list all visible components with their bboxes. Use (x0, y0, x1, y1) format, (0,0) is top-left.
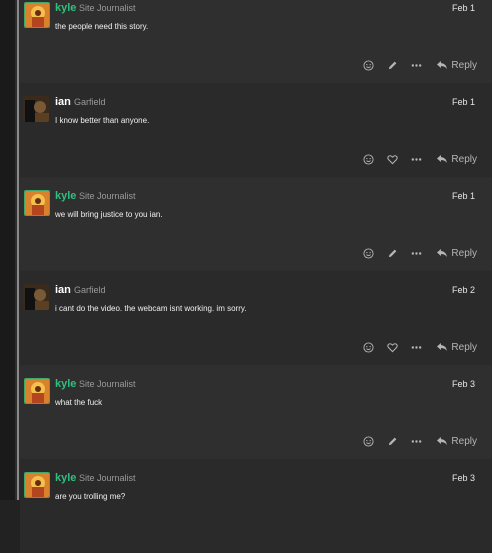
smile-icon[interactable] (362, 59, 374, 71)
avatar[interactable] (24, 190, 50, 216)
post: kyle Site Journalist Feb 1 we will bring… (20, 177, 492, 271)
smile-icon[interactable] (362, 247, 374, 259)
post: ian Garfield Feb 1 I know better than an… (20, 83, 492, 177)
heart-icon[interactable] (386, 341, 398, 353)
post-body: the people need this story. (55, 22, 149, 31)
reply-button[interactable]: Reply (436, 436, 477, 447)
post-body: I know better than anyone. (55, 116, 150, 125)
post: kyle Site Journalist Feb 1 the people ne… (20, 0, 492, 83)
smile-icon[interactable] (362, 341, 374, 353)
username[interactable]: kyle (55, 472, 76, 484)
avatar[interactable] (23, 96, 49, 122)
reply-icon (437, 437, 448, 445)
avatar[interactable] (24, 378, 50, 404)
username[interactable]: ian (55, 96, 71, 108)
pencil-icon[interactable] (386, 247, 398, 259)
smile-icon[interactable] (362, 435, 374, 447)
post: kyle Site Journalist Feb 3 are you troll… (20, 459, 492, 553)
smile-icon[interactable] (362, 153, 374, 165)
user-title: Site Journalist (79, 3, 136, 13)
username[interactable]: ian (55, 284, 71, 296)
post-date[interactable]: Feb 1 (452, 97, 475, 107)
reply-label: Reply (451, 247, 477, 259)
post-thread: kyle Site Journalist Feb 1 the people ne… (20, 0, 492, 553)
post-date[interactable]: Feb 2 (452, 285, 475, 295)
reply-button[interactable]: Reply (436, 342, 477, 353)
more-icon[interactable] (410, 435, 422, 447)
pencil-icon[interactable] (386, 435, 398, 447)
post: kyle Site Journalist Feb 3 what the fuck… (20, 365, 492, 459)
post-body: what the fuck (55, 398, 103, 407)
more-icon[interactable] (410, 247, 422, 259)
username[interactable]: kyle (55, 378, 76, 390)
reply-label: Reply (451, 153, 477, 165)
post-date[interactable]: Feb 1 (452, 191, 475, 201)
user-title: Site Journalist (79, 473, 136, 483)
reply-button[interactable]: Reply (436, 154, 477, 165)
reply-label: Reply (451, 341, 477, 353)
reply-icon (437, 249, 448, 257)
reply-label: Reply (451, 59, 477, 71)
pencil-icon[interactable] (386, 59, 398, 71)
post-date[interactable]: Feb 3 (452, 473, 475, 483)
avatar[interactable] (24, 2, 50, 28)
post-date[interactable]: Feb 3 (452, 379, 475, 389)
avatar[interactable] (23, 284, 49, 310)
timeline-line (17, 0, 19, 500)
user-title: Garfield (74, 285, 106, 295)
more-icon[interactable] (410, 59, 422, 71)
user-title: Site Journalist (79, 191, 136, 201)
post-actions: Reply (350, 58, 477, 72)
reply-button[interactable]: Reply (436, 248, 477, 259)
post-actions: Reply (350, 340, 477, 354)
left-gutter (0, 0, 15, 500)
reply-label: Reply (451, 435, 477, 447)
post-actions: Reply (350, 152, 477, 166)
post-body: we will bring justice to you ian. (55, 210, 163, 219)
post: ian Garfield Feb 2 i cant do the video. … (20, 271, 492, 365)
reply-icon (437, 343, 448, 351)
username[interactable]: kyle (55, 2, 76, 14)
reply-icon (437, 155, 448, 163)
post-actions: Reply (350, 434, 477, 448)
username[interactable]: kyle (55, 190, 76, 202)
more-icon[interactable] (410, 341, 422, 353)
user-title: Site Journalist (79, 379, 136, 389)
post-actions: Reply (350, 246, 477, 260)
reply-button[interactable]: Reply (436, 60, 477, 71)
heart-icon[interactable] (386, 153, 398, 165)
avatar[interactable] (24, 472, 50, 498)
post-body: i cant do the video. the webcam isnt wor… (55, 304, 247, 313)
user-title: Garfield (74, 97, 106, 107)
more-icon[interactable] (410, 153, 422, 165)
reply-icon (437, 61, 448, 69)
post-date[interactable]: Feb 1 (452, 3, 475, 13)
